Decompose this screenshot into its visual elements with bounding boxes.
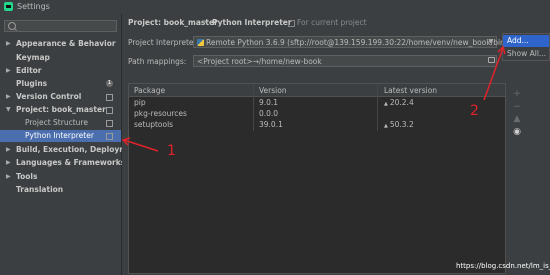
- annotation-number-1: 1: [167, 143, 176, 159]
- annotation-arrow-1: [123, 139, 159, 152]
- annotation-number-2: 2: [470, 103, 479, 119]
- csdn-watermark: https://blog.csdn.net/lm_is_dc: [456, 262, 550, 270]
- annotation-arrow-2: [483, 47, 504, 101]
- annotation-overlay: [121, 45, 506, 152]
